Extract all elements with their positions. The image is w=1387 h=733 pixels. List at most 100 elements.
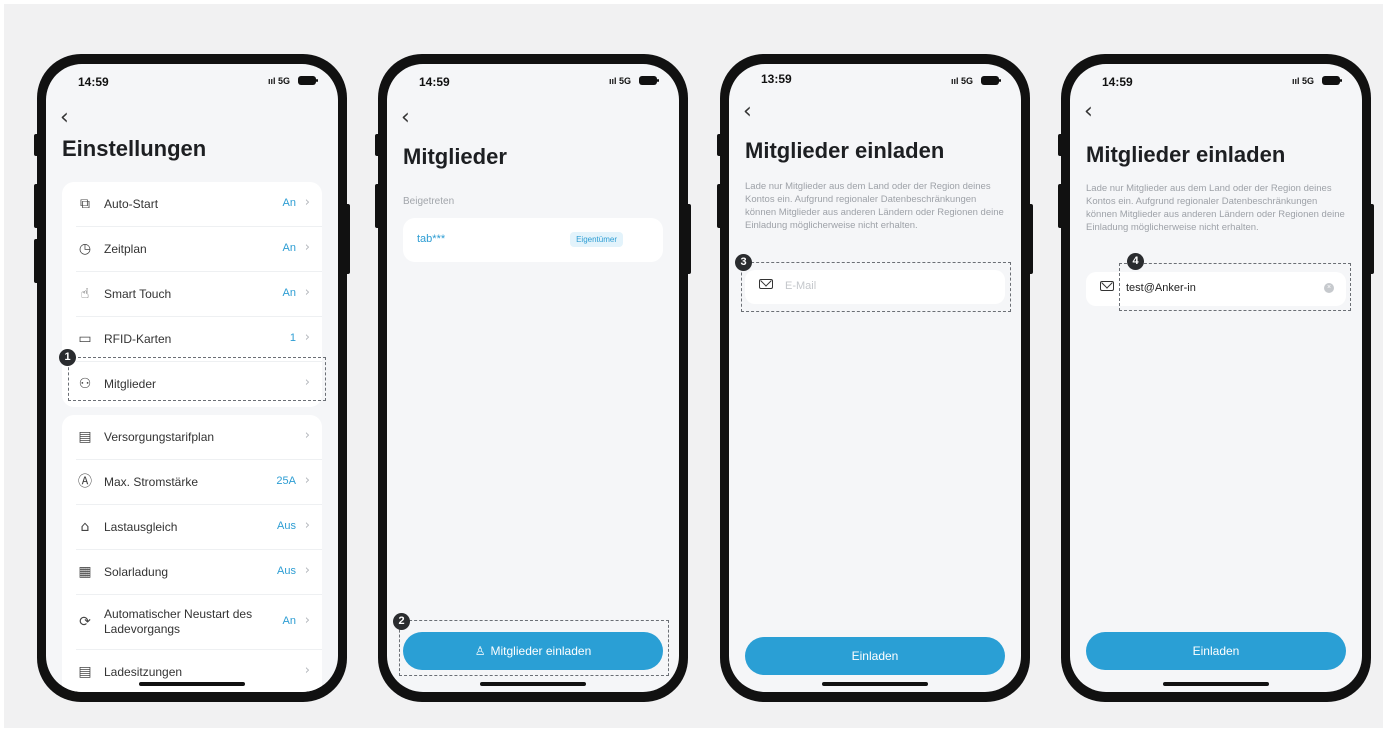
signal-icon: ııl 5G (267, 76, 290, 86)
highlight-box-3 (741, 262, 1011, 312)
chevron-right-icon: › (304, 240, 310, 255)
canvas: 14:59 ııl 5G ‹ Einstellungen ⧉ Auto-Star… (4, 4, 1383, 728)
page-title: Mitglieder einladen (1086, 142, 1286, 167)
row-value: An (282, 242, 296, 254)
status-bar: 14:59 ııl 5G (413, 73, 659, 89)
page-title: Einstellungen (62, 136, 207, 161)
mail-icon (1100, 281, 1114, 291)
phone-invite-filled: 14:59 ııl 5G ‹ Mitglieder einladen Lade … (1058, 54, 1374, 702)
page-title: Mitglieder (403, 144, 507, 169)
row-label: Smart Touch (104, 287, 172, 301)
row-label: Zeitplan (104, 242, 147, 256)
back-chevron-icon[interactable]: ‹ (401, 107, 421, 129)
invite-description: Lade nur Mitglieder aus dem Land oder de… (1086, 183, 1345, 233)
chevron-right-icon: › (304, 330, 310, 345)
chevron-right-icon: › (304, 428, 310, 443)
battery-icon (981, 76, 1001, 85)
member-name: tab*** (417, 233, 446, 245)
phone-settings: 14:59 ııl 5G ‹ Einstellungen ⧉ Auto-Star… (34, 54, 350, 702)
home-indicator (480, 682, 586, 686)
settings-row-zeitplan[interactable]: ◷ Zeitplan An › (62, 227, 322, 272)
step-badge-2: 2 (393, 613, 410, 630)
row-label: Max. Stromstärke (104, 475, 199, 489)
status-bar: 14:59 ııl 5G (1096, 73, 1342, 89)
home-indicator (822, 682, 928, 686)
screen: 13:59 ııl 5G ‹ Mitglieder einladen Lade … (729, 64, 1021, 692)
back-chevron-icon[interactable]: ‹ (60, 107, 80, 129)
settings-row-auto-start[interactable]: ⧉ Auto-Start An › (62, 182, 322, 227)
settings-row-stromstaerke[interactable]: Ⓐ Max. Stromstärke 25A › (62, 460, 322, 505)
row-label: Ladesitzungen (104, 665, 183, 679)
step-badge-4: 4 (1127, 253, 1144, 270)
row-label: Automatischer Neustart des Ladevorgangs (104, 607, 253, 636)
row-value: Aus (277, 520, 296, 532)
sessions-icon: ▤ (78, 664, 92, 680)
status-time: 14:59 (78, 75, 109, 89)
restart-icon: ⟳ (79, 614, 91, 630)
row-value: 25A (276, 475, 296, 487)
battery-icon (639, 76, 659, 85)
signal-icon: ııl 5G (608, 76, 631, 86)
battery-icon (1322, 76, 1342, 85)
step-badge-1: 1 (59, 349, 76, 366)
solar-icon: ▦ (78, 564, 92, 580)
chevron-right-icon: › (304, 613, 310, 628)
auto-start-icon: ⧉ (80, 196, 90, 212)
touch-icon: ☝ (80, 286, 90, 302)
settings-row-lastausgleich[interactable]: ⌂ Lastausgleich Aus › (62, 505, 322, 550)
screen: 14:59 ııl 5G ‹ Mitglieder einladen Lade … (1070, 64, 1362, 692)
row-label: RFID-Karten (104, 332, 172, 346)
row-label: Auto-Start (104, 197, 159, 211)
back-chevron-icon[interactable]: ‹ (743, 101, 763, 123)
tariff-icon: ▤ (78, 429, 92, 445)
chevron-right-icon: › (304, 473, 310, 488)
status-time: 14:59 (419, 75, 450, 89)
row-value: Aus (277, 565, 296, 577)
role-badge: Eigentümer (570, 232, 623, 247)
chevron-right-icon: › (304, 195, 310, 210)
chevron-right-icon: › (304, 563, 310, 578)
amperage-icon: Ⓐ (78, 474, 92, 490)
section-label: Beigetreten (403, 196, 455, 207)
row-value: An (282, 197, 296, 209)
row-value: An (282, 615, 296, 627)
status-time: 13:59 (761, 72, 792, 86)
settings-row-tarif[interactable]: ▤ Versorgungstarifplan › (62, 415, 322, 460)
step-badge-3: 3 (735, 254, 752, 271)
invite-description: Lade nur Mitglieder aus dem Land oder de… (745, 181, 1004, 231)
invite-button[interactable]: Einladen (745, 637, 1005, 675)
settings-row-smart-touch[interactable]: ☝ Smart Touch An › (62, 272, 322, 317)
highlight-box-4 (1119, 263, 1351, 311)
invite-button[interactable]: Einladen (1086, 632, 1346, 670)
row-label: Lastausgleich (104, 520, 178, 534)
phone-members: 14:59 ııl 5G ‹ Mitglieder Beigetreten ta… (375, 54, 691, 702)
page-title: Mitglieder einladen (745, 138, 945, 163)
battery-icon (298, 76, 318, 85)
row-label: Solarladung (104, 565, 169, 579)
signal-icon: ııl 5G (950, 76, 973, 86)
settings-row-neustart[interactable]: ⟳ Automatischer Neustart des Ladevorgang… (62, 595, 322, 650)
home-indicator (1163, 682, 1269, 686)
home-indicator (139, 682, 245, 686)
chevron-right-icon: › (304, 663, 310, 678)
row-value: An (282, 287, 296, 299)
member-card[interactable]: tab*** Eigentümer (403, 218, 663, 262)
row-label: Versorgungstarifplan (104, 430, 215, 444)
highlight-box-2 (399, 620, 669, 676)
status-bar: 14:59 ııl 5G (72, 73, 318, 89)
status-time: 14:59 (1102, 75, 1133, 89)
settings-row-rfid[interactable]: ▭ RFID-Karten 1 › (62, 317, 322, 362)
highlight-box-1 (68, 357, 326, 401)
phone-invite-empty: 13:59 ııl 5G ‹ Mitglieder einladen Lade … (717, 54, 1033, 702)
rfid-card-icon: ▭ (78, 331, 92, 347)
clock-icon: ◷ (78, 241, 92, 257)
signal-icon: ııl 5G (1291, 76, 1314, 86)
chevron-right-icon: › (304, 518, 310, 533)
load-balance-icon: ⌂ (80, 519, 90, 535)
screen: 14:59 ııl 5G ‹ Einstellungen ⧉ Auto-Star… (46, 64, 338, 692)
back-chevron-icon[interactable]: ‹ (1084, 101, 1104, 123)
chevron-right-icon: › (304, 285, 310, 300)
settings-group-2: ▤ Versorgungstarifplan › Ⓐ Max. Stromstä… (62, 415, 322, 692)
settings-row-solarladung[interactable]: ▦ Solarladung Aus › (62, 550, 322, 595)
row-value: 1 (289, 332, 296, 344)
